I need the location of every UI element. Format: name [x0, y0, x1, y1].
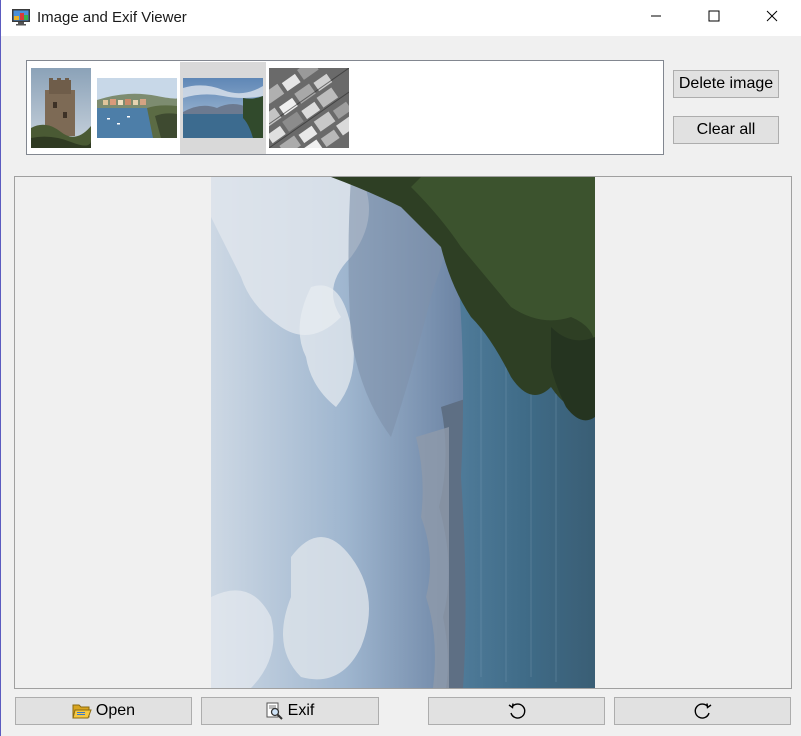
- rotate-left-icon: [507, 701, 527, 721]
- thumbnail-strip: [26, 60, 664, 155]
- minimize-button[interactable]: [627, 0, 685, 36]
- thumbnail-aerial-rooftops[interactable]: [269, 68, 349, 148]
- thumbnail-sea-coast[interactable]: [183, 78, 263, 138]
- thumbnail-castle[interactable]: [31, 68, 91, 148]
- maximize-icon: [708, 9, 720, 27]
- maximize-button[interactable]: [685, 0, 743, 36]
- clear-all-button[interactable]: Clear all: [673, 116, 779, 144]
- rotate-left-button[interactable]: [428, 697, 605, 725]
- open-button[interactable]: Open: [15, 697, 192, 725]
- exif-button-label: Exif: [287, 702, 315, 719]
- main-image: [211, 177, 595, 688]
- close-button[interactable]: [743, 0, 801, 36]
- window-title: Image and Exif Viewer: [37, 9, 187, 26]
- folder-open-icon: [72, 702, 92, 720]
- open-button-label: Open: [95, 702, 136, 719]
- title-bar[interactable]: Image and Exif Viewer: [1, 0, 801, 36]
- magnifier-document-icon: [266, 702, 284, 720]
- thumbnail-harbor[interactable]: [97, 78, 177, 138]
- exif-button[interactable]: Exif: [201, 697, 379, 725]
- minimize-icon: [650, 9, 662, 27]
- delete-image-button[interactable]: Delete image: [673, 70, 779, 98]
- rotate-right-button[interactable]: [614, 697, 791, 725]
- image-viewer: [14, 176, 792, 689]
- close-icon: [766, 9, 778, 27]
- rotate-right-icon: [693, 701, 713, 721]
- app-window: Image and Exif Viewer Delete image Clear…: [0, 0, 801, 736]
- monitor-app-icon: [11, 8, 31, 26]
